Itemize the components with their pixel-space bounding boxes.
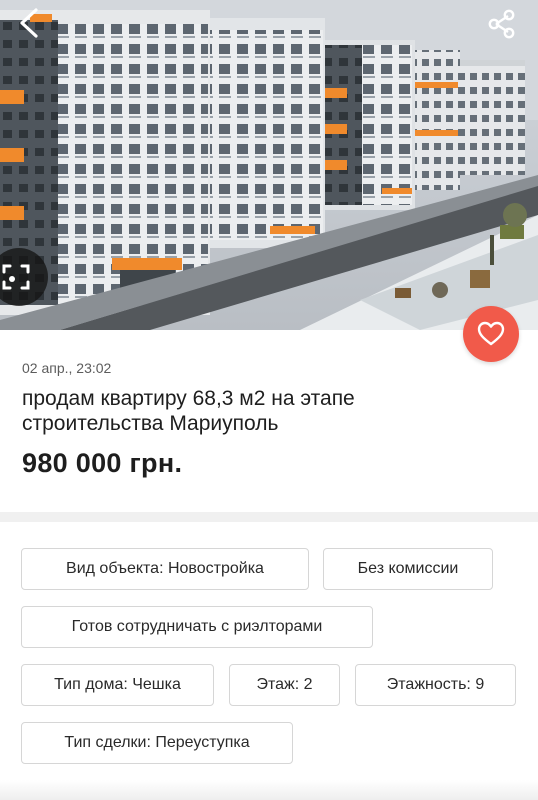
back-button[interactable] bbox=[14, 6, 44, 40]
apartment-buildings-image bbox=[0, 0, 538, 330]
listing-info: 02 апр., 23:02 продам квартиру 68,3 м2 н… bbox=[0, 330, 538, 512]
section-divider bbox=[0, 512, 538, 522]
gallery-button[interactable] bbox=[0, 248, 48, 306]
tag-floors-total: Этажность: 9 bbox=[355, 664, 516, 706]
tag-object-type: Вид объекта: Новостройка bbox=[21, 548, 309, 590]
tag-floor: Этаж: 2 bbox=[229, 664, 340, 706]
listing-photo[interactable] bbox=[0, 0, 538, 330]
tag-house-type: Тип дома: Чешка bbox=[21, 664, 214, 706]
listing-date: 02 апр., 23:02 bbox=[22, 360, 112, 376]
listing-price: 980 000 грн. bbox=[22, 448, 183, 478]
favorite-button[interactable] bbox=[463, 306, 519, 362]
chevron-left-icon bbox=[20, 8, 38, 38]
bottom-fade bbox=[0, 780, 538, 800]
share-icon bbox=[488, 9, 515, 39]
gallery-icon bbox=[2, 264, 30, 290]
tag-realtor-cooperation: Готов сотрудничать с риэлторами bbox=[21, 606, 373, 648]
share-button[interactable] bbox=[486, 8, 518, 40]
tag-deal-type: Тип сделки: Переуступка bbox=[21, 722, 293, 764]
heart-icon bbox=[477, 321, 505, 346]
tag-no-commission: Без комиссии bbox=[323, 548, 493, 590]
listing-title: продам квартиру 68,3 м2 на этапе строите… bbox=[22, 387, 355, 435]
listing-parameters: Вид объекта: Новостройка Без комиссии Го… bbox=[0, 522, 538, 800]
